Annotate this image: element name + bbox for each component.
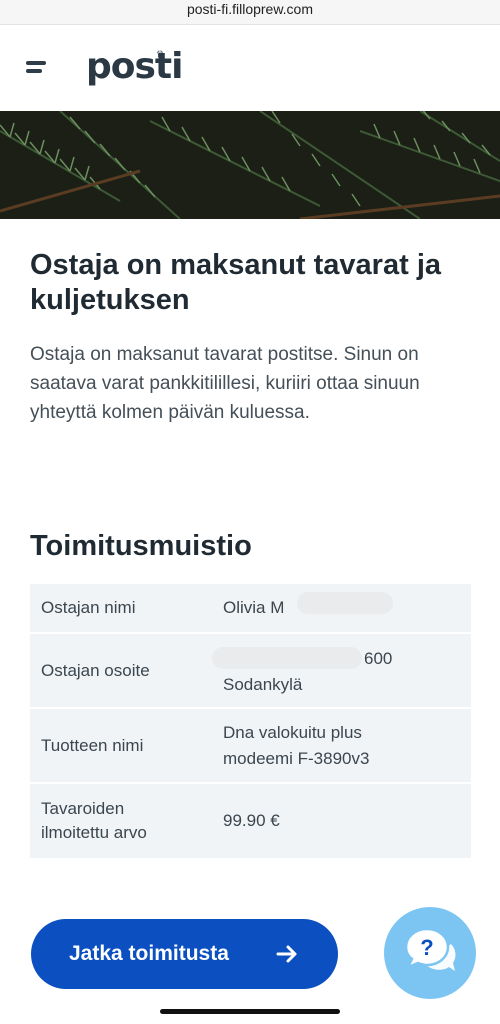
- table-row: Ostajan nimi Olivia M: [30, 584, 471, 634]
- pine-branches-image: [0, 111, 500, 219]
- row-value: 99.90 €: [223, 811, 280, 830]
- row-label-line2: ilmoitettu arvo: [41, 823, 147, 842]
- row-value-line2: Sodankylä: [223, 675, 303, 694]
- table-row: Tuotteen nimi Dna valokuitu plus modeemi…: [30, 709, 471, 784]
- continue-delivery-button[interactable]: Jatka toimitusta: [31, 919, 338, 989]
- delivery-table: Ostajan nimi Olivia M Ostajan osoite 600…: [30, 584, 471, 860]
- menu-button[interactable]: [22, 55, 52, 79]
- row-value: Olivia M: [223, 598, 285, 617]
- browser-url: posti-fi.filloprew.com: [186, 1, 314, 17]
- chat-help-button[interactable]: ?: [384, 907, 476, 999]
- row-label: Ostajan nimi: [41, 598, 136, 617]
- logo-text: posti: [86, 46, 183, 87]
- row-label: Ostajan osoite: [41, 661, 150, 680]
- arrow-right-icon: [276, 945, 297, 963]
- row-value: Dna valokuitu plus: [223, 723, 362, 742]
- row-label: Tavaroiden: [41, 799, 125, 818]
- chat-help-icon: ?: [404, 927, 456, 971]
- redacted-block: [212, 647, 362, 669]
- row-value: 600: [364, 649, 393, 668]
- browser-url-bar[interactable]: posti-fi.filloprew.com: [0, 0, 500, 25]
- hamburger-icon: [26, 61, 46, 65]
- button-label: Jatka toimitusta: [69, 942, 229, 965]
- row-value-line2: modeemi F-3890v3: [223, 749, 370, 768]
- hamburger-icon-line: [26, 69, 42, 73]
- page-description: Ostaja on maksanut tavarat postitse. Sin…: [30, 344, 420, 423]
- section-heading: Toimitusmuistio: [30, 530, 252, 562]
- redacted-block: [297, 592, 393, 614]
- row-label: Tuotteen nimi: [41, 736, 144, 755]
- table-row: Ostajan osoite 600 Sodankylä: [30, 634, 471, 709]
- page-title: Ostaja on maksanut tavarat ja kuljetukse…: [30, 249, 441, 316]
- posti-logo[interactable]: posti ♛: [86, 45, 183, 89]
- table-row: Tavaroiden ilmoitettu arvo 99.90 €: [30, 784, 471, 860]
- crown-icon: ♛: [156, 49, 165, 59]
- svg-text:?: ?: [420, 935, 433, 960]
- site-header: posti ♛: [0, 25, 500, 110]
- home-indicator: [160, 1009, 340, 1014]
- hero-image: [0, 111, 500, 219]
